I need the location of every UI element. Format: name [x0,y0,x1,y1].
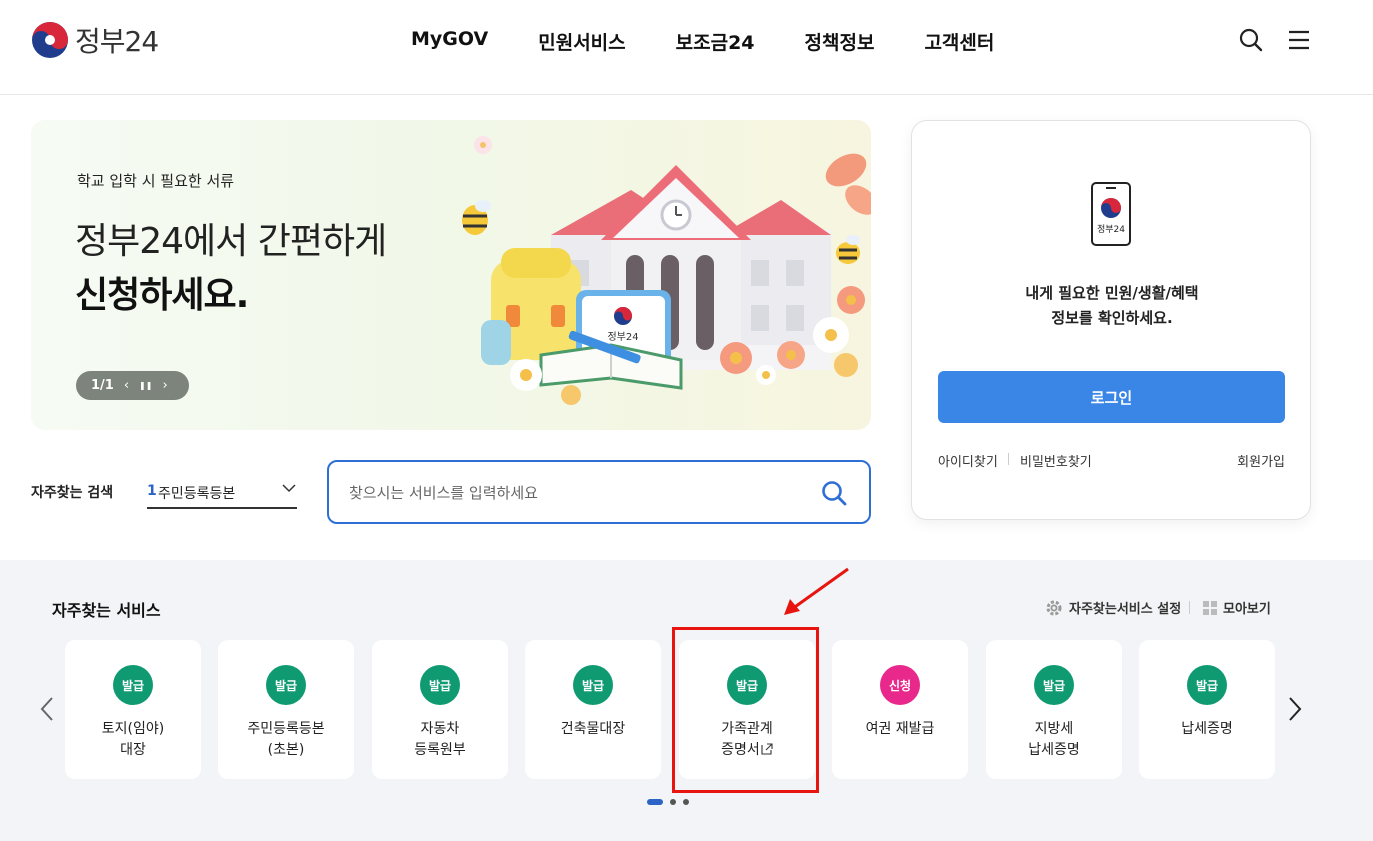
service-card-family-relation-certificate[interactable]: 발급 가족관계 증명서 [679,640,815,779]
frequent-search-rank: 1 [147,483,157,499]
find-password-link[interactable]: 비밀번호찾기 [1020,451,1092,470]
login-card: 정부24 내게 필요한 민원/생활/혜택 정보를 확인하세요. 로그인 아이디찾… [911,120,1311,520]
service-name: 토지(임야) 대장 [101,721,165,758]
banner-pause-button[interactable]: ❚❚ [139,381,152,390]
carousel-pagination [647,799,689,805]
banner-pager: 1/1 [91,378,114,393]
service-card-tax-certificate[interactable]: 발급 납세증명 [1139,640,1275,779]
banner-controls: 1/1 ‹ ❚❚ › [76,371,189,400]
external-link-icon [761,743,773,755]
service-card-building-register[interactable]: 발급 건축물대장 [525,640,661,779]
banner-subtitle: 학교 입학 시 필요한 서류 [77,172,235,190]
login-button[interactable]: 로그인 [938,371,1285,423]
service-card-passport-reissue[interactable]: 신청 여권 재발급 [832,640,968,779]
service-badge: 발급 [266,665,306,705]
school-illustration: 정부24 [462,136,871,405]
sign-up-link[interactable]: 회원가입 [1237,451,1285,470]
carousel-dot[interactable] [670,799,676,805]
view-all-label: 모아보기 [1223,602,1271,617]
search-submit-icon[interactable] [819,478,849,508]
banner-title-line1: 정부24에서 간편하게 [75,221,387,262]
view-all-button[interactable]: 모아보기 [1203,598,1271,617]
header: 정부24 MyGOV 민원서비스 보조금24 정책정보 고객센터 [0,0,1373,95]
find-id-link[interactable]: 아이디찾기 [938,451,998,470]
hamburger-menu-icon[interactable] [1285,26,1313,54]
service-badge: 발급 [113,665,153,705]
service-search-box [327,460,871,524]
service-search-input[interactable] [349,480,809,506]
service-card-local-tax-certificate[interactable]: 발급 지방세 납세증명 [986,640,1122,779]
nav-subsidy24[interactable]: 보조금24 [676,28,755,55]
services-header-divider [1189,601,1190,614]
chevron-down-icon [282,484,296,493]
frequent-services-section: 자주찾는 서비스 자주찾는서비스 설정 모아보기 발급 토지(임야) 대장 발급… [0,560,1373,841]
service-name-wrapper: 가족관계 증명서 [679,719,815,761]
login-message-line2: 정보를 확인하세요. [1051,309,1173,327]
service-badge: 발급 [420,665,460,705]
gear-icon [1046,600,1062,615]
main-nav: MyGOV 민원서비스 보조금24 정책정보 고객센터 [411,28,994,55]
banner-prev-button[interactable]: ‹ [124,379,129,392]
login-message-line1: 내게 필요한 민원/생활/혜택 [1025,284,1199,302]
grid-icon [1203,600,1217,615]
service-name: 주민등록등본 (초본) [247,721,325,758]
phone-label: 정부24 [1097,224,1125,235]
nav-policy-info[interactable]: 정책정보 [805,28,875,55]
service-badge: 발급 [1034,665,1074,705]
carousel-dot[interactable] [683,799,689,805]
nav-mygov[interactable]: MyGOV [411,28,488,55]
banner-next-button[interactable]: › [162,379,167,392]
nav-customer-center[interactable]: 고객센터 [924,28,994,55]
service-name: 지방세 납세증명 [1028,721,1080,758]
search-icon[interactable] [1237,26,1265,54]
main-banner[interactable]: 학교 입학 시 필요한 서류 정부24에서 간편하게 신청하세요. 1/1 ‹ … [31,120,871,430]
taegeuk-logo-icon [32,22,68,58]
tablet-label: 정부24 [607,331,638,343]
nav-civil-service[interactable]: 민원서비스 [538,28,625,55]
frequent-services-title: 자주찾는 서비스 [52,601,161,620]
banner-title-line2: 신청하세요. [75,275,249,316]
mobile-phone-icon: 정부24 [1091,182,1131,246]
service-name: 여권 재발급 [865,721,935,737]
logo[interactable]: 정부24 [31,20,159,60]
service-name: 건축물대장 [560,721,626,737]
service-badge: 발급 [1187,665,1227,705]
service-name: 자동차 등록원부 [414,721,466,758]
service-card-land-register[interactable]: 발급 토지(임야) 대장 [65,640,201,779]
settings-label: 자주찾는서비스 설정 [1069,602,1182,617]
logo-text: 정부24 [75,25,159,58]
frequent-services-settings-button[interactable]: 자주찾는서비스 설정 [1045,598,1181,617]
page: 정부24 MyGOV 민원서비스 보조금24 정책정보 고객센터 학교 입학 시… [0,0,1373,841]
service-card-vehicle-register[interactable]: 발급 자동차 등록원부 [372,640,508,779]
service-badge: 발급 [727,665,767,705]
carousel-next-arrow-icon[interactable] [1285,695,1305,723]
service-badge: 신청 [880,665,920,705]
carousel-dot-active[interactable] [647,799,663,805]
service-badge: 발급 [573,665,613,705]
link-divider [1008,453,1009,465]
login-message: 내게 필요한 민원/생활/혜택 정보를 확인하세요. [912,281,1312,331]
frequent-search-label: 자주찾는 검색 [31,485,114,501]
service-name: 납세증명 [1181,721,1233,737]
service-card-resident-register[interactable]: 발급 주민등록등본 (초본) [218,640,354,779]
carousel-prev-arrow-icon[interactable] [37,695,57,723]
frequent-search-value: 주민등록등본 [158,486,236,502]
frequent-search-dropdown[interactable]: 1 주민등록등본 [147,476,297,509]
